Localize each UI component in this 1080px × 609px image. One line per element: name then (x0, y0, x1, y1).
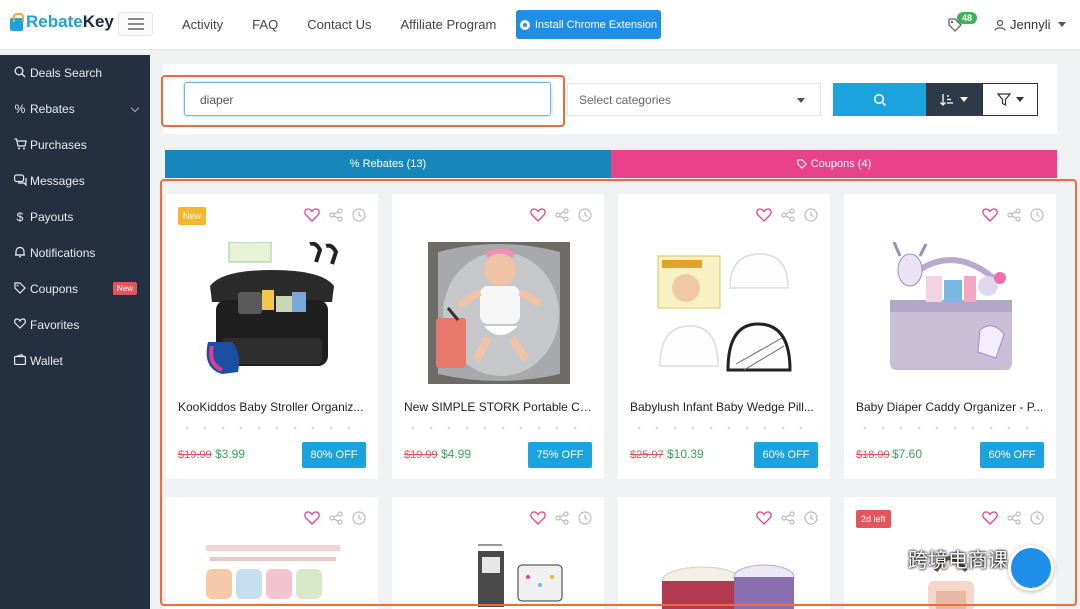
tab-coupons[interactable]: Coupons (4) (611, 150, 1057, 178)
user-menu[interactable]: Jennyli (994, 17, 1067, 32)
chevron-down-icon (130, 103, 140, 113)
sidebar-item-messages[interactable]: Messages (0, 163, 150, 199)
chevron-down-icon (797, 98, 805, 103)
filter-icon (996, 93, 1011, 106)
sidebar-item-purchases[interactable]: Purchases (0, 127, 150, 163)
chevron-down-icon (1058, 22, 1067, 27)
category-select[interactable]: Select categories (567, 83, 821, 116)
sort-icon (940, 94, 953, 106)
logo-text-suffix: Key (82, 12, 114, 31)
sidebar-item-label: Purchases (30, 138, 87, 152)
sidebar-item-label: Payouts (30, 210, 74, 224)
search-icon (873, 93, 886, 106)
notification-count-badge: 48 (957, 12, 978, 24)
tab-rebates[interactable]: % Rebates (13) (165, 150, 611, 178)
menu-toggle-button[interactable] (118, 12, 153, 36)
tag-icon (13, 281, 27, 297)
heart-icon (13, 318, 27, 332)
sidebar-item-payouts[interactable]: $ Payouts (0, 199, 150, 235)
hamburger-icon (127, 18, 144, 20)
chevron-down-icon (960, 97, 968, 102)
nav-link-activity[interactable]: Activity (182, 17, 223, 32)
wechat-icon (863, 545, 901, 571)
username: Jennyli (1010, 17, 1051, 32)
sidebar-item-label: Deals Search (30, 66, 103, 80)
install-button-label: Install Chrome Extension (534, 18, 658, 31)
sidebar-item-label: Notifications (30, 246, 96, 260)
sidebar-item-wallet[interactable]: Wallet (0, 343, 150, 379)
filter-button[interactable] (982, 83, 1038, 116)
install-chrome-extension-button[interactable]: Install Chrome Extension (516, 10, 661, 39)
sidebar-item-label: Favorites (30, 318, 80, 332)
wallet-icon (13, 353, 27, 368)
watermark-text: 跨境电商课 (908, 550, 1008, 572)
cart-icon (13, 137, 27, 153)
chat-icon (13, 173, 27, 189)
sidebar-item-label: Rebates (30, 102, 75, 116)
nav-link-faq[interactable]: FAQ (252, 17, 278, 32)
bell-icon (13, 246, 27, 261)
new-badge: New (112, 282, 137, 295)
chrome-icon (519, 19, 530, 30)
top-navbar: RebateKey Activity FAQ Contact Us Affili… (0, 0, 1080, 50)
sidebar-item-label: Messages (30, 174, 85, 188)
percent-icon: % (14, 102, 26, 116)
search-button[interactable] (833, 83, 926, 116)
wechat-watermark: 跨境电商课 (862, 544, 1008, 573)
search-icon (13, 66, 27, 81)
sidebar-item-notifications[interactable]: Notifications (0, 235, 150, 271)
chevron-down-icon (1015, 97, 1024, 102)
logo-bag-icon (10, 13, 24, 31)
sidebar-item-favorites[interactable]: Favorites (0, 307, 150, 343)
nav-link-affiliate-program[interactable]: Affiliate Program (401, 17, 497, 32)
sidebar-item-rebates[interactable]: % Rebates (0, 91, 150, 127)
sort-button[interactable] (926, 83, 982, 116)
tab-coupons-label: Coupons (4) (810, 158, 872, 170)
sidebar-item-coupons[interactable]: Coupons New (0, 271, 150, 307)
floating-chat-button[interactable] (1008, 545, 1054, 591)
sidebar: Deals Search % Rebates Purchases Message… (0, 55, 150, 609)
search-highlight-box (161, 75, 565, 127)
user-icon (994, 19, 1006, 31)
tag-icon (797, 159, 807, 169)
dollar-icon: $ (16, 210, 24, 224)
sidebar-item-label: Wallet (30, 354, 63, 368)
nav-link-contact-us[interactable]: Contact Us (307, 17, 371, 32)
logo-text-prefix: Rebate (26, 12, 83, 31)
results-highlight-box (160, 179, 1077, 606)
rebatekey-logo[interactable]: RebateKey (10, 12, 114, 32)
sidebar-item-deals-search[interactable]: Deals Search (0, 55, 150, 91)
sidebar-item-label: Coupons (30, 282, 79, 296)
category-select-placeholder: Select categories (579, 93, 672, 107)
